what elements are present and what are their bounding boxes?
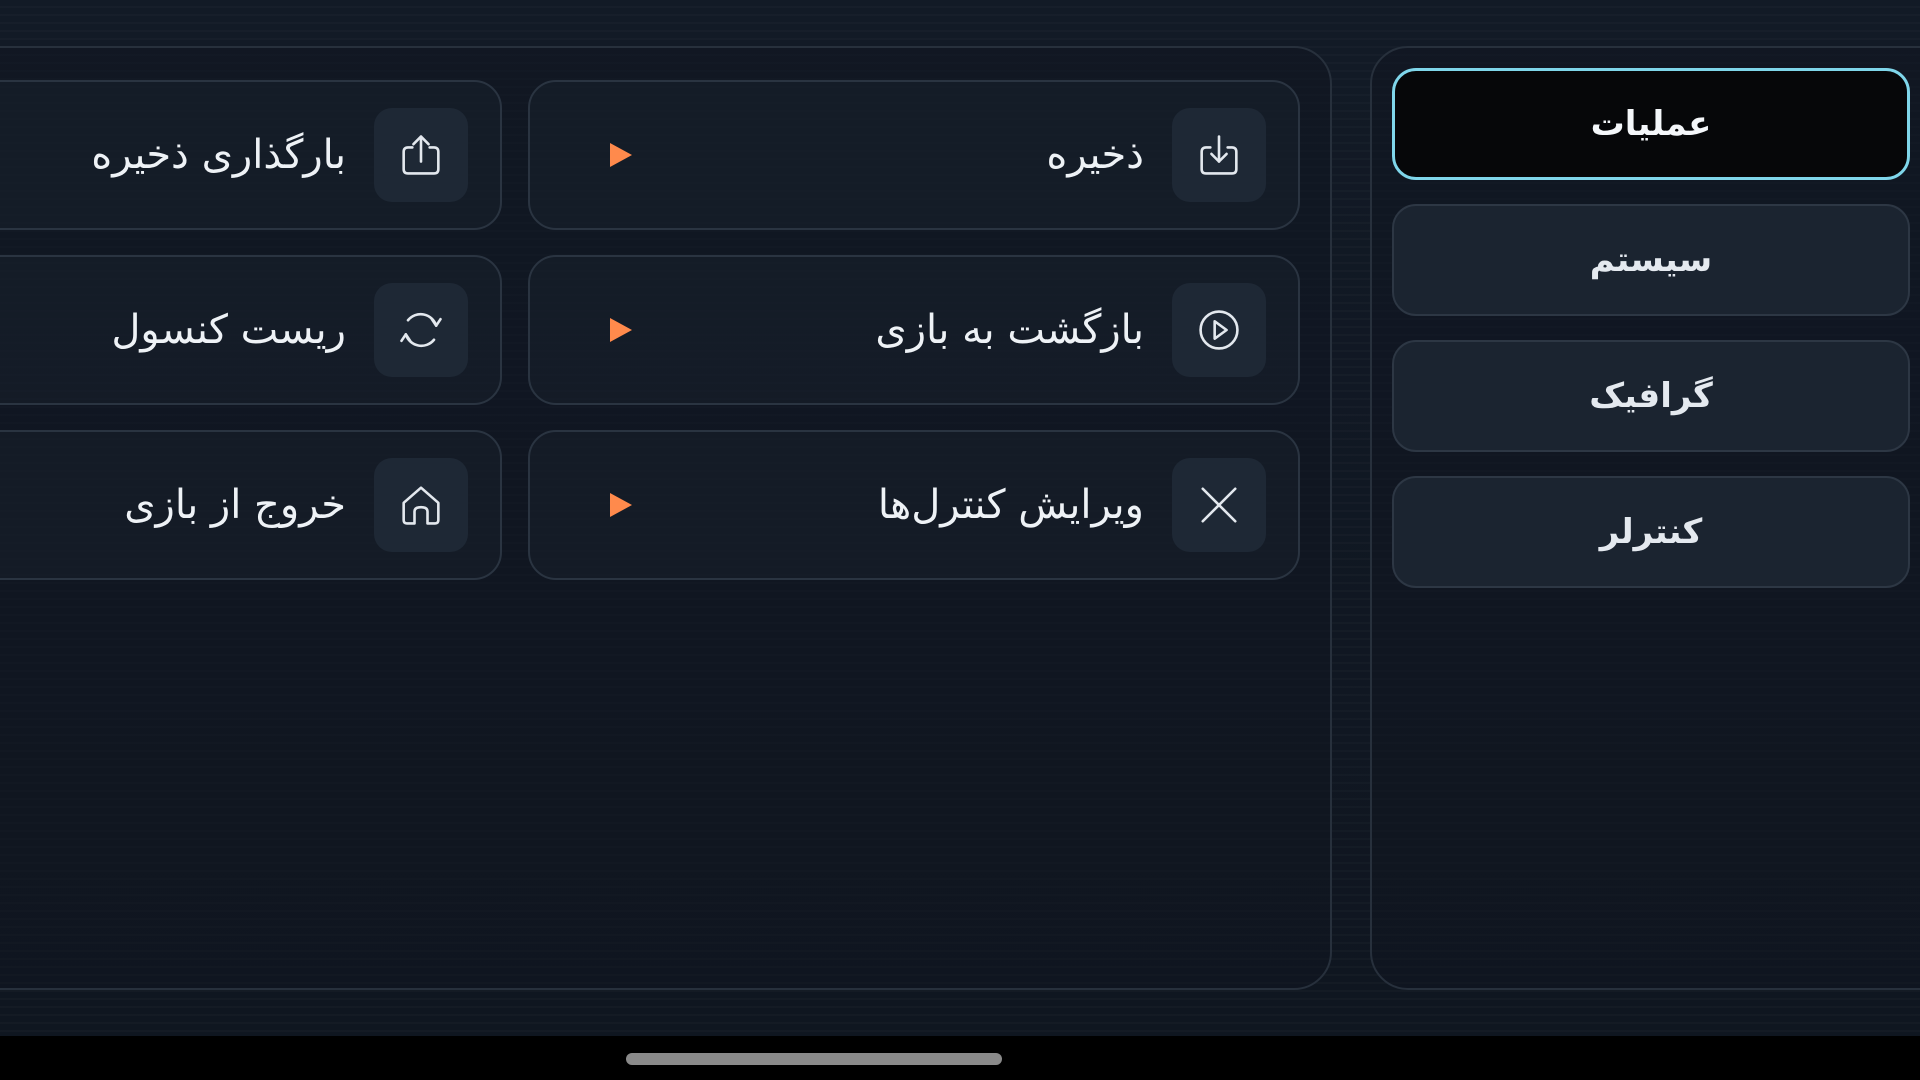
load-save-label: بارگذاری ذخیره [91,132,346,178]
exit-game-button[interactable]: خروج از بازی [0,430,502,580]
edit-controls-label: ویرایش کنترل‌ها [877,482,1144,528]
play-circle-icon [1172,283,1266,377]
submenu-arrow-icon [610,493,632,517]
tab-operations[interactable]: عملیات [1392,68,1910,180]
save-button[interactable]: ذخیره [528,80,1300,230]
reset-console-label: ریست کنسول [111,307,346,353]
edit-controls-button[interactable]: ویرایش کنترل‌ها [528,430,1300,580]
return-to-game-label: بازگشت به بازی [875,307,1144,353]
tab-graphics[interactable]: گرافیک [1392,340,1910,452]
exit-game-label: خروج از بازی [124,482,346,528]
return-to-game-button[interactable]: بازگشت به بازی [528,255,1300,405]
tab-graphics-label: گرافیک [1589,376,1713,416]
reset-console-button[interactable]: ریست کنسول [0,255,502,405]
tab-system-label: سیستم [1589,240,1713,280]
submenu-arrow-icon [610,143,632,167]
refresh-icon [374,283,468,377]
tab-operations-label: عملیات [1590,104,1712,144]
tab-controller-label: کنترلر [1599,512,1703,552]
download-icon [1172,108,1266,202]
tab-controller[interactable]: کنترلر [1392,476,1910,588]
submenu-arrow-icon [610,318,632,342]
load-save-button[interactable]: بارگذاری ذخیره [0,80,502,230]
emulator-menu-screen: ذخیره بارگذاری ذخیره بازگشت به بازی ریست… [0,0,1920,1080]
upload-icon [374,108,468,202]
tab-system[interactable]: سیستم [1392,204,1910,316]
save-label: ذخیره [1046,132,1144,178]
home-indicator[interactable] [626,1053,1002,1065]
home-icon [374,458,468,552]
close-icon [1172,458,1266,552]
